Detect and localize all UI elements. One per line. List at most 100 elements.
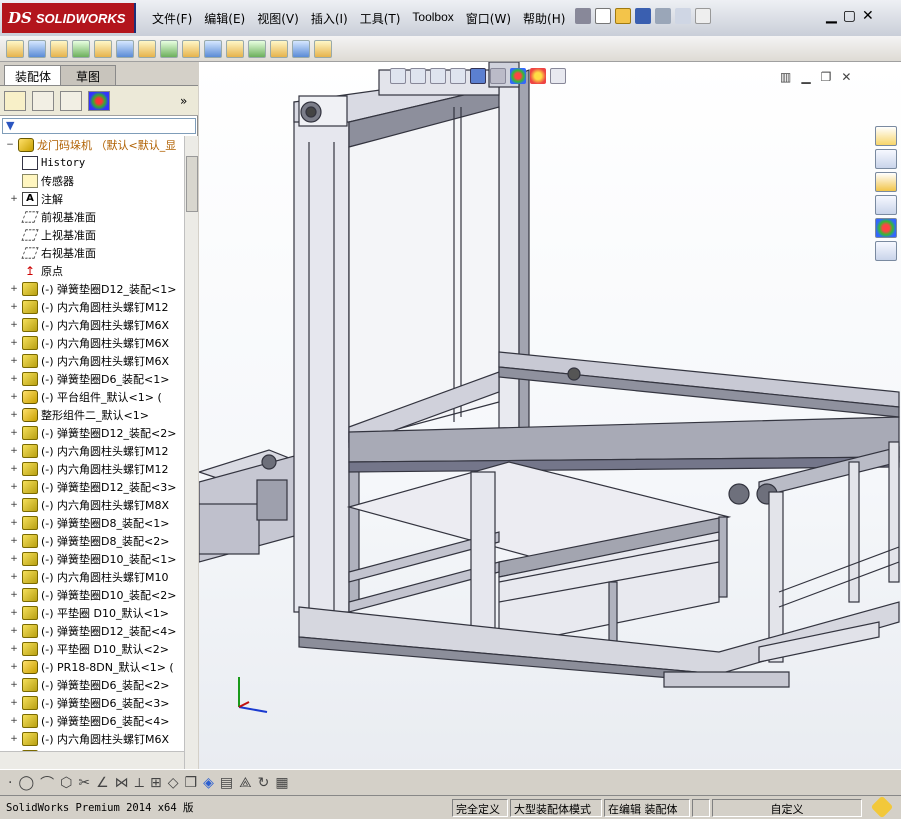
tree-item[interactable]: + (-) 弹簧垫圈D12_装配<3> <box>0 478 184 496</box>
expand-icon[interactable]: + <box>9 554 19 564</box>
section-icon[interactable]: ▤ <box>220 775 233 791</box>
help-icon[interactable] <box>695 8 711 24</box>
tree-vertical-scrollbar[interactable] <box>184 136 198 769</box>
new-document-icon[interactable] <box>595 8 611 24</box>
arc-icon[interactable]: ⌒ <box>40 773 54 793</box>
menu-insert[interactable]: 插入(I) <box>305 8 354 28</box>
tree-item[interactable]: + (-) 内六角圆柱头螺钉M8X <box>0 496 184 514</box>
smart-fasteners-icon[interactable] <box>94 39 112 58</box>
expand-icon[interactable]: + <box>9 518 19 528</box>
grid-icon[interactable]: ⊞ <box>150 775 162 791</box>
new-motion-study-icon[interactable] <box>204 39 222 58</box>
tree-item[interactable]: + (-) 弹簧垫圈D12_装配<1> <box>0 280 184 298</box>
circle-icon[interactable]: ◯ <box>18 775 34 791</box>
tree-item[interactable]: + (-) 内六角圆柱头螺钉M6X <box>0 316 184 334</box>
expand-icon[interactable]: + <box>9 572 19 582</box>
scroll-thumb[interactable] <box>186 156 198 212</box>
bill-of-materials-icon[interactable] <box>226 39 244 58</box>
expand-icon[interactable]: + <box>9 734 19 744</box>
cube-icon[interactable]: ❒ <box>185 775 198 791</box>
tree-item[interactable]: + 整形组件二_默认<1> <box>0 406 184 424</box>
menu-help[interactable]: 帮助(H) <box>517 8 571 28</box>
tab-assembly[interactable]: 装配体 <box>4 65 63 85</box>
show-hidden-icon[interactable] <box>138 39 156 58</box>
view-orientation-icon[interactable] <box>470 68 486 84</box>
tree-item[interactable]: + (-) 内六角圆柱头螺钉M6X <box>0 334 184 352</box>
custom-properties-icon[interactable] <box>875 241 897 261</box>
restore-icon[interactable]: ▢ <box>843 8 856 24</box>
section-view-icon[interactable] <box>450 68 466 84</box>
expand-icon[interactable]: + <box>9 716 19 726</box>
pushpin-icon[interactable] <box>575 8 591 24</box>
solidworks-logo[interactable]: DS SOLIDWORKS <box>2 3 136 33</box>
zoom-area-icon[interactable] <box>410 68 426 84</box>
tree-item[interactable]: + (-) 弹簧垫圈D8_装配<1> <box>0 514 184 532</box>
tree-item[interactable]: 上视基准面 <box>0 226 184 244</box>
dimension-icon[interactable]: ⟂ <box>135 775 144 791</box>
display-manager-tab-icon[interactable] <box>88 91 110 111</box>
tree-item[interactable]: History <box>0 154 184 172</box>
featuremanager-tab-icon[interactable] <box>4 91 26 111</box>
propertymanager-tab-icon[interactable] <box>32 91 54 111</box>
units-dropdown[interactable]: 自定义 <box>712 799 862 817</box>
instant3d-icon[interactable] <box>270 39 288 58</box>
line-icon[interactable]: ∠ <box>96 775 109 791</box>
mirror-icon[interactable]: ⋈ <box>115 775 129 791</box>
tree-item[interactable]: + (-) 内六角圆柱头螺钉M12 <box>0 442 184 460</box>
previous-view-icon[interactable] <box>430 68 446 84</box>
scene-icon[interactable] <box>530 68 546 84</box>
graphics-area[interactable] <box>197 61 901 769</box>
tree-item[interactable]: + (-) 内六角圆柱头螺钉M10 <box>0 568 184 586</box>
expand-icon[interactable]: + <box>9 356 19 366</box>
viewport-close-icon[interactable]: ✕ <box>841 70 851 84</box>
undo-icon[interactable] <box>675 8 691 24</box>
expand-icon[interactable]: + <box>9 338 19 348</box>
view-settings-icon[interactable] <box>550 68 566 84</box>
expand-icon[interactable]: + <box>9 464 19 474</box>
mate-icon[interactable] <box>28 39 46 58</box>
expand-icon[interactable]: + <box>9 482 19 492</box>
collapse-icon[interactable]: − <box>5 140 15 150</box>
zoom-to-fit-icon[interactable] <box>390 68 406 84</box>
tree-item[interactable]: 传感器 <box>0 172 184 190</box>
tree-item[interactable]: ↥ 原点 <box>0 262 184 280</box>
appearance-icon[interactable] <box>510 68 526 84</box>
display-style-icon[interactable] <box>490 68 506 84</box>
viewport-minimize-icon[interactable]: ▁ <box>801 70 810 84</box>
tree-item[interactable]: + (-) 平垫圈 D10_默认<2> <box>0 640 184 658</box>
move-component-icon[interactable] <box>116 39 134 58</box>
exploded-view-icon[interactable] <box>248 39 266 58</box>
design-library-icon[interactable] <box>875 149 897 169</box>
menu-file[interactable]: 文件(F) <box>146 8 198 28</box>
configurationmanager-tab-icon[interactable] <box>60 91 82 111</box>
split-view-icon[interactable]: ▥ <box>780 70 791 84</box>
tree-item[interactable]: + (-) 弹簧垫圈D12_装配<2> <box>0 424 184 442</box>
tree-item[interactable]: + (-) 内六角圆柱头螺钉M12 <box>0 298 184 316</box>
tree-root[interactable]: − 龙门码垛机 （默认<默认_显 <box>0 136 184 154</box>
table-icon[interactable]: ▦ <box>275 775 288 791</box>
move-triad-icon[interactable]: ⟁ <box>239 775 252 791</box>
expand-icon[interactable]: + <box>9 662 19 672</box>
point-icon[interactable]: · <box>8 775 12 791</box>
view-palette-icon[interactable] <box>875 195 897 215</box>
sketch-3d-icon[interactable]: ◇ <box>168 775 179 791</box>
tree-item[interactable]: 右视基准面 <box>0 244 184 262</box>
expand-icon[interactable]: + <box>9 644 19 654</box>
linear-pattern-icon[interactable] <box>72 39 90 58</box>
expand-icon[interactable]: + <box>9 590 19 600</box>
expand-icon[interactable]: + <box>9 392 19 402</box>
tree-item[interactable]: + (-) 弹簧垫圈D6_装配<4> <box>0 712 184 730</box>
tree-item[interactable]: 前视基准面 <box>0 208 184 226</box>
expand-icon[interactable]: + <box>9 680 19 690</box>
menu-tools[interactable]: 工具(T) <box>354 8 407 28</box>
menu-edit[interactable]: 编辑(E) <box>198 8 251 28</box>
expand-icon[interactable]: + <box>9 500 19 510</box>
view-cube-icon[interactable]: ◈ <box>203 775 214 791</box>
assembly-features-icon[interactable] <box>160 39 178 58</box>
paperclip-icon[interactable] <box>50 39 68 58</box>
menu-toolbox[interactable]: Toolbox <box>406 8 459 28</box>
expand-icon[interactable]: + <box>9 302 19 312</box>
close-icon[interactable]: ✕ <box>862 8 874 24</box>
minimize-icon[interactable]: ▁ <box>826 8 837 24</box>
expand-panel-icon[interactable]: » <box>180 94 187 108</box>
